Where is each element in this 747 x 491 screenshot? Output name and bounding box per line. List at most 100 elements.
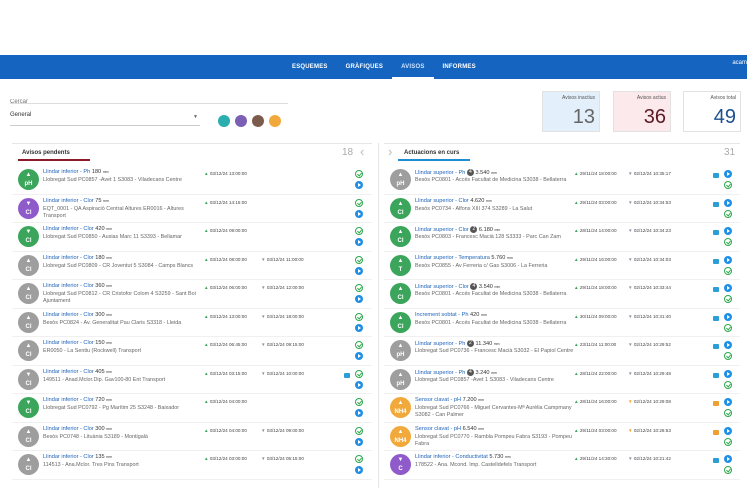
play-icon[interactable] <box>724 284 732 292</box>
check-icon[interactable] <box>355 455 363 463</box>
comment-icon[interactable] <box>713 230 719 235</box>
list-item[interactable]: ▲ Cl Llindar inferior - Clor 300 mm Besòs P… <box>12 309 372 337</box>
chevron-right-icon[interactable]: › <box>388 144 392 159</box>
check-icon[interactable] <box>724 266 732 275</box>
comment-icon[interactable] <box>713 258 719 264</box>
play-icon[interactable] <box>724 341 732 349</box>
list-item[interactable]: ▲ Cl Llindar superior - Clor 2 6.180 mm Bes… <box>384 223 740 252</box>
play-icon[interactable] <box>355 209 363 218</box>
nav-tab[interactable]: AVISOS <box>392 55 434 79</box>
play-icon[interactable] <box>724 312 732 321</box>
list-item[interactable]: ▲ Cl Llindar inferior - Clor 300 mm Besòs P… <box>12 423 372 451</box>
check-icon[interactable] <box>355 170 363 178</box>
list-item[interactable]: ▼ Cl Llindar inferior - Clor 75 mm EQT_0001… <box>12 195 372 223</box>
play-icon[interactable] <box>355 266 363 275</box>
play-icon[interactable] <box>355 380 363 389</box>
pending-panel: Avisos pendents 18 ‹ ▲ pH Llindar inferior… <box>12 143 372 488</box>
play-icon[interactable] <box>724 255 732 264</box>
play-icon[interactable] <box>724 398 732 406</box>
play-icon[interactable] <box>355 181 363 189</box>
nav-tab[interactable]: ESQUEMES <box>283 55 337 79</box>
list-item[interactable]: ▲ Cl Llindar inferior - Clor 180 mm Llobreg… <box>12 252 372 280</box>
check-icon[interactable] <box>724 181 732 189</box>
alarm-type-icon: ▼ C <box>390 454 411 475</box>
alarm-type-icon: ▲ Cl <box>390 283 411 304</box>
check-icon[interactable] <box>724 295 732 303</box>
check-icon[interactable] <box>724 380 732 389</box>
type-filter-dot[interactable] <box>252 115 264 127</box>
check-icon[interactable] <box>355 312 363 321</box>
list-item[interactable]: ▲ pH Llindar inferior - Ph 180 mm Llobregat… <box>12 166 372 195</box>
type-filter-dot[interactable] <box>269 115 281 127</box>
play-icon[interactable] <box>724 198 732 207</box>
comment-icon[interactable] <box>713 401 719 406</box>
play-icon[interactable] <box>724 227 732 235</box>
list-item[interactable]: ▲ Cl Llindar inferior - Clor 360 mm Llobreg… <box>12 280 372 309</box>
list-item[interactable]: ▼ Cl Llindar inferior - Clor 405 mm 149511 … <box>12 366 372 394</box>
type-filter-dot[interactable] <box>235 115 247 127</box>
play-icon[interactable] <box>724 426 732 435</box>
comment-icon[interactable] <box>713 315 719 321</box>
list-item[interactable]: ▲ Cl Llindar superior - Clor 4 3.540 mm Bes… <box>384 280 740 309</box>
list-item[interactable]: ▲ Cl Llindar inferior - Clor 150 mm ER0050 … <box>12 337 372 366</box>
check-icon[interactable] <box>724 409 732 417</box>
play-icon[interactable] <box>724 455 732 463</box>
check-icon[interactable] <box>355 284 363 292</box>
nav-tab[interactable]: GRÀFIQUES <box>337 55 392 79</box>
check-icon[interactable] <box>724 437 732 446</box>
chevron-left-icon[interactable]: ‹ <box>360 144 364 159</box>
check-icon[interactable] <box>355 341 363 349</box>
alarm-start-time: ▲ 03/12/24 13:00:00 <box>204 314 247 319</box>
comment-icon[interactable] <box>344 372 350 378</box>
comment-icon[interactable] <box>713 429 719 435</box>
comment-icon[interactable] <box>713 344 719 349</box>
check-icon[interactable] <box>724 209 732 218</box>
check-icon[interactable] <box>724 238 732 246</box>
list-item[interactable]: ▼ Cl Llindar inferior - Clor 720 mm Llobreg… <box>12 394 372 423</box>
comment-icon[interactable] <box>713 372 719 378</box>
list-item[interactable]: ▲ pH Llindar superior - Ph 4 3.540 mm Besòs… <box>384 166 740 195</box>
type-filter-dot[interactable] <box>218 115 230 127</box>
list-item[interactable]: ▲ NH4 Sensor clavat - pH 7.200 mm Llobregat… <box>384 394 740 423</box>
play-icon[interactable] <box>724 170 732 178</box>
check-icon[interactable] <box>355 398 363 406</box>
comment-icon[interactable] <box>713 173 719 178</box>
check-icon[interactable] <box>355 426 363 435</box>
list-item[interactable]: ▲ pH Llindar superior - Ph 2 11.340 mm Llob… <box>384 337 740 366</box>
play-icon[interactable] <box>355 466 363 474</box>
play-icon[interactable] <box>355 409 363 417</box>
comment-icon[interactable] <box>713 458 719 463</box>
check-icon[interactable] <box>724 323 732 332</box>
nav-tab[interactable]: INFORMES <box>434 55 485 79</box>
list-item[interactable]: ▲ Cl Llindar inferior - Clor 135 mm 114513 … <box>12 451 372 480</box>
list-item[interactable]: ▲ pH Llindar superior - Ph 4 3.240 mm Llobr… <box>384 366 740 394</box>
check-icon[interactable] <box>355 255 363 264</box>
search-input[interactable] <box>10 99 288 105</box>
list-item[interactable]: ▲ T Llindar superior - Temperatura 5.760 m… <box>384 252 740 280</box>
alarm-start-text: 03/12/24 06:00:00 <box>209 285 247 290</box>
check-icon[interactable] <box>355 369 363 378</box>
play-icon[interactable] <box>355 437 363 446</box>
list-item[interactable]: ▲ Cl Llindar superior - Clor 4.620 mm Besòs… <box>384 195 740 223</box>
list-item[interactable]: ▼ C Llindar inferior - Conductivitat 5.730… <box>384 451 740 480</box>
play-icon[interactable] <box>355 238 363 246</box>
search-field[interactable] <box>10 90 288 105</box>
check-icon[interactable] <box>724 352 732 360</box>
check-icon[interactable] <box>355 227 363 235</box>
list-item[interactable]: ▼ Cl Llindar inferior - Clor 420 mm Llobreg… <box>12 223 372 252</box>
play-icon[interactable] <box>724 369 732 378</box>
alarm-title: Llindar inferior - Clor 405 mm <box>43 369 112 375</box>
user-label[interactable]: acam <box>732 60 747 66</box>
check-icon[interactable] <box>724 466 732 474</box>
play-icon[interactable] <box>355 352 363 360</box>
alarm-start-text: 29/11/24 18:00:00 <box>579 171 617 176</box>
list-item[interactable]: ▲ Cl Increment sobtat - Ph 420 mm Besòs PC0… <box>384 309 740 337</box>
play-icon[interactable] <box>355 295 363 303</box>
comment-icon[interactable] <box>713 287 719 292</box>
list-item[interactable]: ▲ NH4 Sensor clavat - pH 6.540 mm Llobregat… <box>384 423 740 451</box>
group-select[interactable]: General ▼ <box>10 112 200 126</box>
alarm-end-time: ▼ 02/12/24 10:28:53 <box>628 428 671 433</box>
play-icon[interactable] <box>355 323 363 332</box>
comment-icon[interactable] <box>713 201 719 207</box>
check-icon[interactable] <box>355 198 363 207</box>
